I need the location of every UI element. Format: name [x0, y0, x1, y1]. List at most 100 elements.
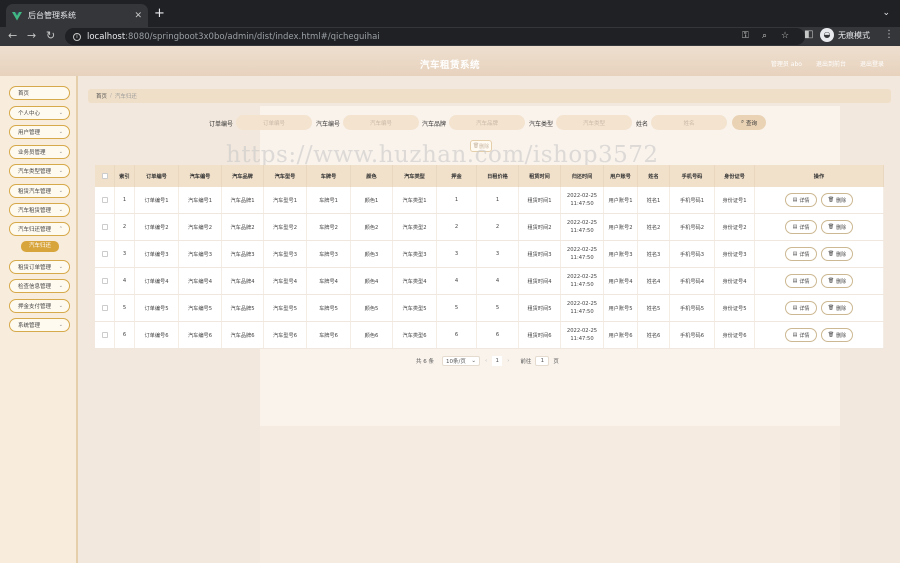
- cell-rent-time: 租赁时间3: [519, 241, 561, 267]
- reload-icon[interactable]: ↻: [46, 29, 55, 43]
- cell-car-brand: 汽车品牌2: [222, 214, 264, 240]
- search-bar: 订单编号 订单编号 汽车编号 汽车编号 汽车品牌 汽车品牌 汽车类型 汽车类型 …: [0, 115, 900, 131]
- sidebar-item-label: 租赁汽车管理: [18, 189, 52, 195]
- pagination: 共 6 条 10条/页 ⌄ ‹ 1 › 前往 1 页: [416, 356, 559, 366]
- trash-icon: 🗑: [827, 251, 835, 257]
- cell-car-type: 汽车类型6: [393, 322, 437, 348]
- chevron-down-icon: ⌄: [58, 283, 63, 289]
- site-info-icon[interactable]: i: [73, 32, 81, 41]
- detail-button-label: 详情: [799, 224, 810, 231]
- row-checkbox[interactable]: [101, 251, 108, 257]
- url-host: localhost: [87, 31, 126, 42]
- logout-link[interactable]: 退出登录: [860, 59, 884, 68]
- delete-button[interactable]: 🗑 删除: [821, 328, 853, 342]
- cell-daily-price: 2: [477, 214, 519, 240]
- bookmark-star-icon[interactable]: ☆: [781, 31, 789, 41]
- sidebar-item-car-return[interactable]: 汽车归还管理 ⌃: [9, 222, 70, 236]
- cell-actions: ▤ 详情 🗑 删除: [755, 187, 884, 213]
- app-title: 汽车租赁系统: [419, 60, 480, 71]
- zoom-icon[interactable]: ⌕: [762, 31, 767, 41]
- delete-button[interactable]: 🗑 删除: [821, 193, 853, 207]
- sidebar-item-home[interactable]: 首页: [9, 86, 70, 100]
- browser-menu-icon[interactable]: ⋮: [884, 29, 894, 40]
- row-checkbox[interactable]: [101, 278, 108, 284]
- next-page-icon[interactable]: ›: [507, 358, 509, 364]
- table-header: 索引 订单编号 汽车编号 汽车品牌 汽车型号 车牌号 颜色 汽车类型 押金 日租价格 租赁时间 归还时…: [95, 165, 884, 187]
- sidebar-item-car-types[interactable]: 汽车类型管理 ⌄: [9, 164, 70, 178]
- chevron-down-icon: ⌄: [58, 188, 63, 194]
- header-rent-time: 租赁时间: [519, 165, 561, 187]
- cell-id-card: 身份证号1: [715, 187, 755, 213]
- sidebar-item-car-rental[interactable]: 汽车租赁管理 ⌄: [9, 203, 70, 217]
- front-link[interactable]: 退出到前台: [816, 59, 846, 68]
- cell-car-type: 汽车类型2: [393, 214, 437, 240]
- browser-tab[interactable]: 后台管理系统 ✕: [6, 4, 148, 27]
- sidebar-item-inspection[interactable]: 检查信息管理 ⌄: [9, 279, 70, 293]
- cell-index: 5: [115, 295, 135, 321]
- cell-id-card: 身份证号2: [715, 214, 755, 240]
- cell-deposit: 5: [437, 295, 477, 321]
- query-button[interactable]: ⌕ 查询: [732, 115, 766, 130]
- sidebar-item-system[interactable]: 系统管理 ⌄: [9, 318, 70, 332]
- delete-button-label: 删除: [836, 305, 847, 312]
- delete-button[interactable]: 🗑 删除: [821, 220, 853, 234]
- detail-button[interactable]: ▤ 详情: [785, 220, 817, 234]
- cell-car-model: 汽车型号6: [264, 322, 307, 348]
- row-checkbox[interactable]: [101, 305, 108, 311]
- key-icon[interactable]: ⚿: [742, 31, 749, 41]
- cell-name: 姓名3: [638, 241, 670, 267]
- document-icon: ▤: [792, 197, 798, 203]
- chevron-down-icon: ⌄: [58, 322, 63, 328]
- detail-button[interactable]: ▤ 详情: [785, 328, 817, 342]
- document-icon: ▤: [792, 305, 798, 311]
- prev-page-icon[interactable]: ‹: [485, 358, 487, 364]
- row-checkbox[interactable]: [101, 332, 108, 338]
- sidebar-item-orders[interactable]: 租赁订单管理 ⌄: [9, 260, 70, 274]
- cell-index: 6: [115, 322, 135, 348]
- app-root: 汽车租赁系统 管理员 abo 退出到前台 退出登录 首页 个人中心 ⌄ 用户管理 ⌄…: [0, 46, 900, 563]
- row-checkbox[interactable]: [101, 197, 108, 203]
- cell-daily-price: 1: [477, 187, 519, 213]
- select-all-checkbox[interactable]: [101, 173, 108, 179]
- breadcrumb-home[interactable]: 首页: [96, 92, 107, 100]
- sidebar-item-salesmen[interactable]: 业务员管理 ⌄: [9, 145, 70, 159]
- sidebar-item-deposit[interactable]: 押金支付管理 ⌄: [9, 299, 70, 313]
- car-brand-input[interactable]: 汽车品牌: [449, 115, 525, 130]
- new-tab-icon[interactable]: +: [154, 7, 165, 21]
- row-checkbox[interactable]: [101, 224, 108, 230]
- name-input[interactable]: 姓名: [651, 115, 727, 130]
- chevron-down-icon: ⌄: [58, 303, 63, 309]
- cell-return-time: 2022-02-25 11:47:50: [561, 295, 604, 321]
- order-no-input[interactable]: 订单编号: [236, 115, 312, 130]
- car-type-input[interactable]: 汽车类型: [556, 115, 632, 130]
- goto-input[interactable]: 1: [535, 356, 550, 366]
- sidebar-item-rental-cars[interactable]: 租赁汽车管理 ⌄: [9, 184, 70, 198]
- detail-button[interactable]: ▤ 详情: [785, 247, 817, 261]
- tab-close-icon[interactable]: ✕: [134, 11, 142, 21]
- delete-button[interactable]: 🗑 删除: [821, 301, 853, 315]
- delete-button[interactable]: 🗑 删除: [821, 247, 853, 261]
- address-bar[interactable]: i localhost :8080/springboot3x0bo/admin/…: [65, 28, 805, 45]
- delete-button[interactable]: 🗑 删除: [821, 274, 853, 288]
- car-no-input[interactable]: 汽车编号: [343, 115, 419, 130]
- sidebar-subitem-car-return[interactable]: 汽车归还: [21, 241, 59, 252]
- header-actions: 操作: [755, 165, 884, 187]
- browser-tab-bar: 后台管理系统 ✕ + ⌄: [0, 0, 900, 27]
- sidebar-item-label: 汽车类型管理: [18, 169, 52, 175]
- cell-return-time: 2022-02-25 11:47:50: [561, 241, 604, 267]
- delete-button-label: 删除: [836, 197, 847, 204]
- cell-rent-time: 租赁时间5: [519, 295, 561, 321]
- detail-button[interactable]: ▤ 详情: [785, 193, 817, 207]
- tab-search-chevron-icon[interactable]: ⌄: [882, 8, 890, 18]
- page-number[interactable]: 1: [492, 356, 503, 366]
- side-panel-icon[interactable]: ◧: [804, 29, 813, 40]
- cell-deposit: 3: [437, 241, 477, 267]
- back-arrow-icon[interactable]: ←: [8, 29, 17, 43]
- header-daily-price: 日租价格: [477, 165, 519, 187]
- incognito-indicator[interactable]: ◒ 无痕模式: [820, 28, 870, 42]
- cell-car-model: 汽车型号2: [264, 214, 307, 240]
- detail-button[interactable]: ▤ 详情: [785, 301, 817, 315]
- detail-button[interactable]: ▤ 详情: [785, 274, 817, 288]
- forward-arrow-icon[interactable]: →: [27, 29, 36, 43]
- page-size-select[interactable]: 10条/页 ⌄: [442, 356, 480, 366]
